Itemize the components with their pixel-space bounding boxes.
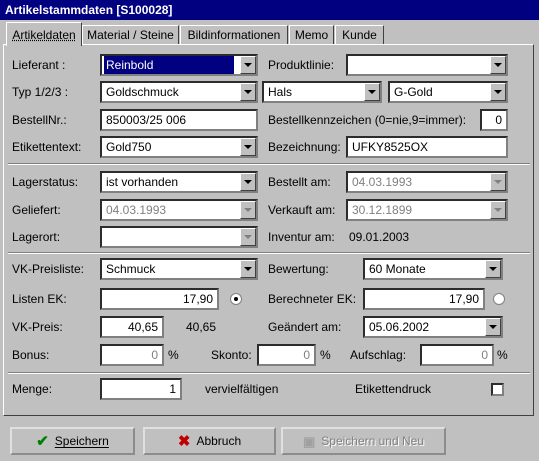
menge-input[interactable]: 1: [100, 378, 182, 400]
bezeichnung-label: Bezeichnung:: [268, 140, 341, 154]
bestellnr-input[interactable]: 850003/25 006: [100, 109, 258, 131]
etikettentext-label: Etikettentext:: [12, 140, 82, 154]
chevron-down-icon: [490, 173, 506, 191]
lagerstatus-select[interactable]: ist vorhanden: [100, 171, 258, 193]
chevron-down-icon[interactable]: [490, 56, 506, 74]
etikettendruck-label: Etikettendruck: [355, 382, 432, 396]
vk-preis-input[interactable]: 40,65: [100, 316, 164, 338]
bestellt-am-label: Bestellt am:: [268, 175, 331, 189]
listen-ek-input[interactable]: 17,90: [100, 288, 219, 310]
chevron-down-icon: [240, 201, 256, 219]
bestellkennzeichen-label: Bestellkennzeichen (0=nie,9=immer):: [268, 113, 467, 127]
geliefert-label: Geliefert:: [12, 203, 61, 217]
chevron-down-icon[interactable]: [240, 56, 256, 74]
chevron-down-icon[interactable]: [485, 318, 501, 336]
bestellkennzeichen-input[interactable]: 0: [480, 109, 508, 131]
aufschlag-unit: %: [497, 348, 508, 362]
save-new-button[interactable]: ▣ Speichern und Neu: [281, 427, 446, 455]
chevron-down-icon[interactable]: [240, 228, 256, 246]
cancel-button-label: Abbruch: [196, 434, 242, 448]
produktlinie-label: Produktlinie:: [268, 58, 335, 72]
typ2-select[interactable]: Hals: [262, 81, 382, 103]
separator: [8, 163, 530, 165]
separator: [8, 252, 530, 254]
verkauft-am-select: 30.12.1899: [346, 199, 508, 221]
verkauft-am-value: 30.12.1899: [352, 203, 413, 217]
chevron-down-icon[interactable]: [364, 83, 380, 101]
vk-preisliste-select[interactable]: Schmuck: [100, 258, 258, 280]
vk-preis-display: 40,65: [186, 320, 217, 334]
chevron-down-icon[interactable]: [485, 260, 501, 278]
cancel-button[interactable]: ✖ Abbruch: [143, 427, 276, 455]
skonto-label: Skonto:: [211, 348, 252, 362]
skonto-unit: %: [320, 348, 331, 362]
geaendert-am-label: Geändert am:: [268, 320, 342, 334]
bestellt-am-value: 04.03.1993: [352, 175, 413, 189]
vk-preisliste-label: VK-Preisliste:: [12, 262, 85, 276]
vk-preis-label: VK-Preis:: [12, 320, 63, 334]
chevron-down-icon[interactable]: [490, 83, 506, 101]
bewertung-select[interactable]: 60 Monate: [363, 258, 503, 280]
skonto-input[interactable]: 0: [257, 344, 316, 366]
chevron-down-icon: [490, 201, 506, 219]
berechneter-ek-radio[interactable]: [493, 293, 505, 305]
bonus-label: Bonus:: [12, 348, 50, 362]
bewertung-label: Bewertung:: [268, 262, 329, 276]
produktlinie-select[interactable]: [346, 54, 508, 76]
inventur-label: Inventur am:: [268, 230, 335, 244]
geliefert-value: 04.03.1993: [106, 203, 167, 217]
etikettentext-value: Gold750: [106, 140, 152, 154]
chevron-down-icon[interactable]: [240, 260, 256, 278]
berechneter-ek-input[interactable]: 17,90: [363, 288, 485, 310]
lagerort-label: Lagerort:: [12, 230, 61, 244]
inventur-value: 09.01.2003: [349, 230, 410, 244]
geaendert-am-value: 05.06.2002: [369, 320, 430, 334]
chevron-down-icon[interactable]: [240, 173, 256, 191]
vk-preisliste-value: Schmuck: [106, 262, 156, 276]
aufschlag-input[interactable]: 0: [420, 344, 494, 366]
etikettendruck-checkbox[interactable]: [491, 383, 504, 396]
cross-icon: ✖: [177, 433, 191, 451]
menge-label: Menge:: [12, 382, 53, 396]
bestellt-am-select: 04.03.1993: [346, 171, 508, 193]
geaendert-am-select[interactable]: 05.06.2002: [363, 316, 503, 338]
geliefert-select: 04.03.1993: [100, 199, 258, 221]
berechneter-ek-label: Berechneter EK:: [268, 292, 357, 306]
save-button[interactable]: ✔ Speichern: [10, 427, 135, 455]
verkauft-am-label: Verkauft am:: [268, 203, 336, 217]
lagerstatus-value: ist vorhanden: [106, 175, 179, 189]
typ1-select[interactable]: Goldschmuck: [100, 81, 258, 103]
vervielfaeltigen-label: vervielfältigen: [205, 382, 279, 396]
listen-ek-label: Listen EK:: [12, 292, 67, 306]
typ2-value: Hals: [268, 85, 293, 99]
lieferant-select[interactable]: Reinbold: [100, 54, 258, 76]
typ-label: Typ 1/2/3 :: [12, 85, 69, 99]
typ3-select[interactable]: G-Gold: [388, 81, 508, 103]
bestellnr-label: BestellNr.:: [12, 113, 67, 127]
bewertung-value: 60 Monate: [369, 262, 426, 276]
save-new-button-label: Speichern und Neu: [321, 434, 425, 448]
lieferant-value: Reinbold: [104, 56, 234, 74]
checkmark-icon: ✔: [36, 433, 49, 451]
bezeichnung-input[interactable]: UFKY8525OX: [346, 136, 508, 158]
chevron-down-icon[interactable]: [240, 138, 256, 156]
chevron-down-icon[interactable]: [240, 83, 256, 101]
lagerort-select[interactable]: [100, 226, 258, 248]
separator: [8, 372, 530, 374]
etikettentext-select[interactable]: Gold750: [100, 136, 258, 158]
aufschlag-label: Aufschlag:: [350, 348, 407, 362]
save-button-label: Speichern: [54, 434, 109, 448]
listen-ek-radio[interactable]: [230, 293, 242, 305]
lieferant-label: Lieferant :: [12, 58, 66, 72]
typ3-value: G-Gold: [394, 85, 433, 99]
lagerstatus-label: Lagerstatus:: [12, 175, 79, 189]
bonus-input[interactable]: 0: [100, 344, 164, 366]
bonus-unit: %: [168, 348, 179, 362]
typ1-value: Goldschmuck: [106, 85, 179, 99]
new-document-icon: ▣: [302, 434, 316, 450]
